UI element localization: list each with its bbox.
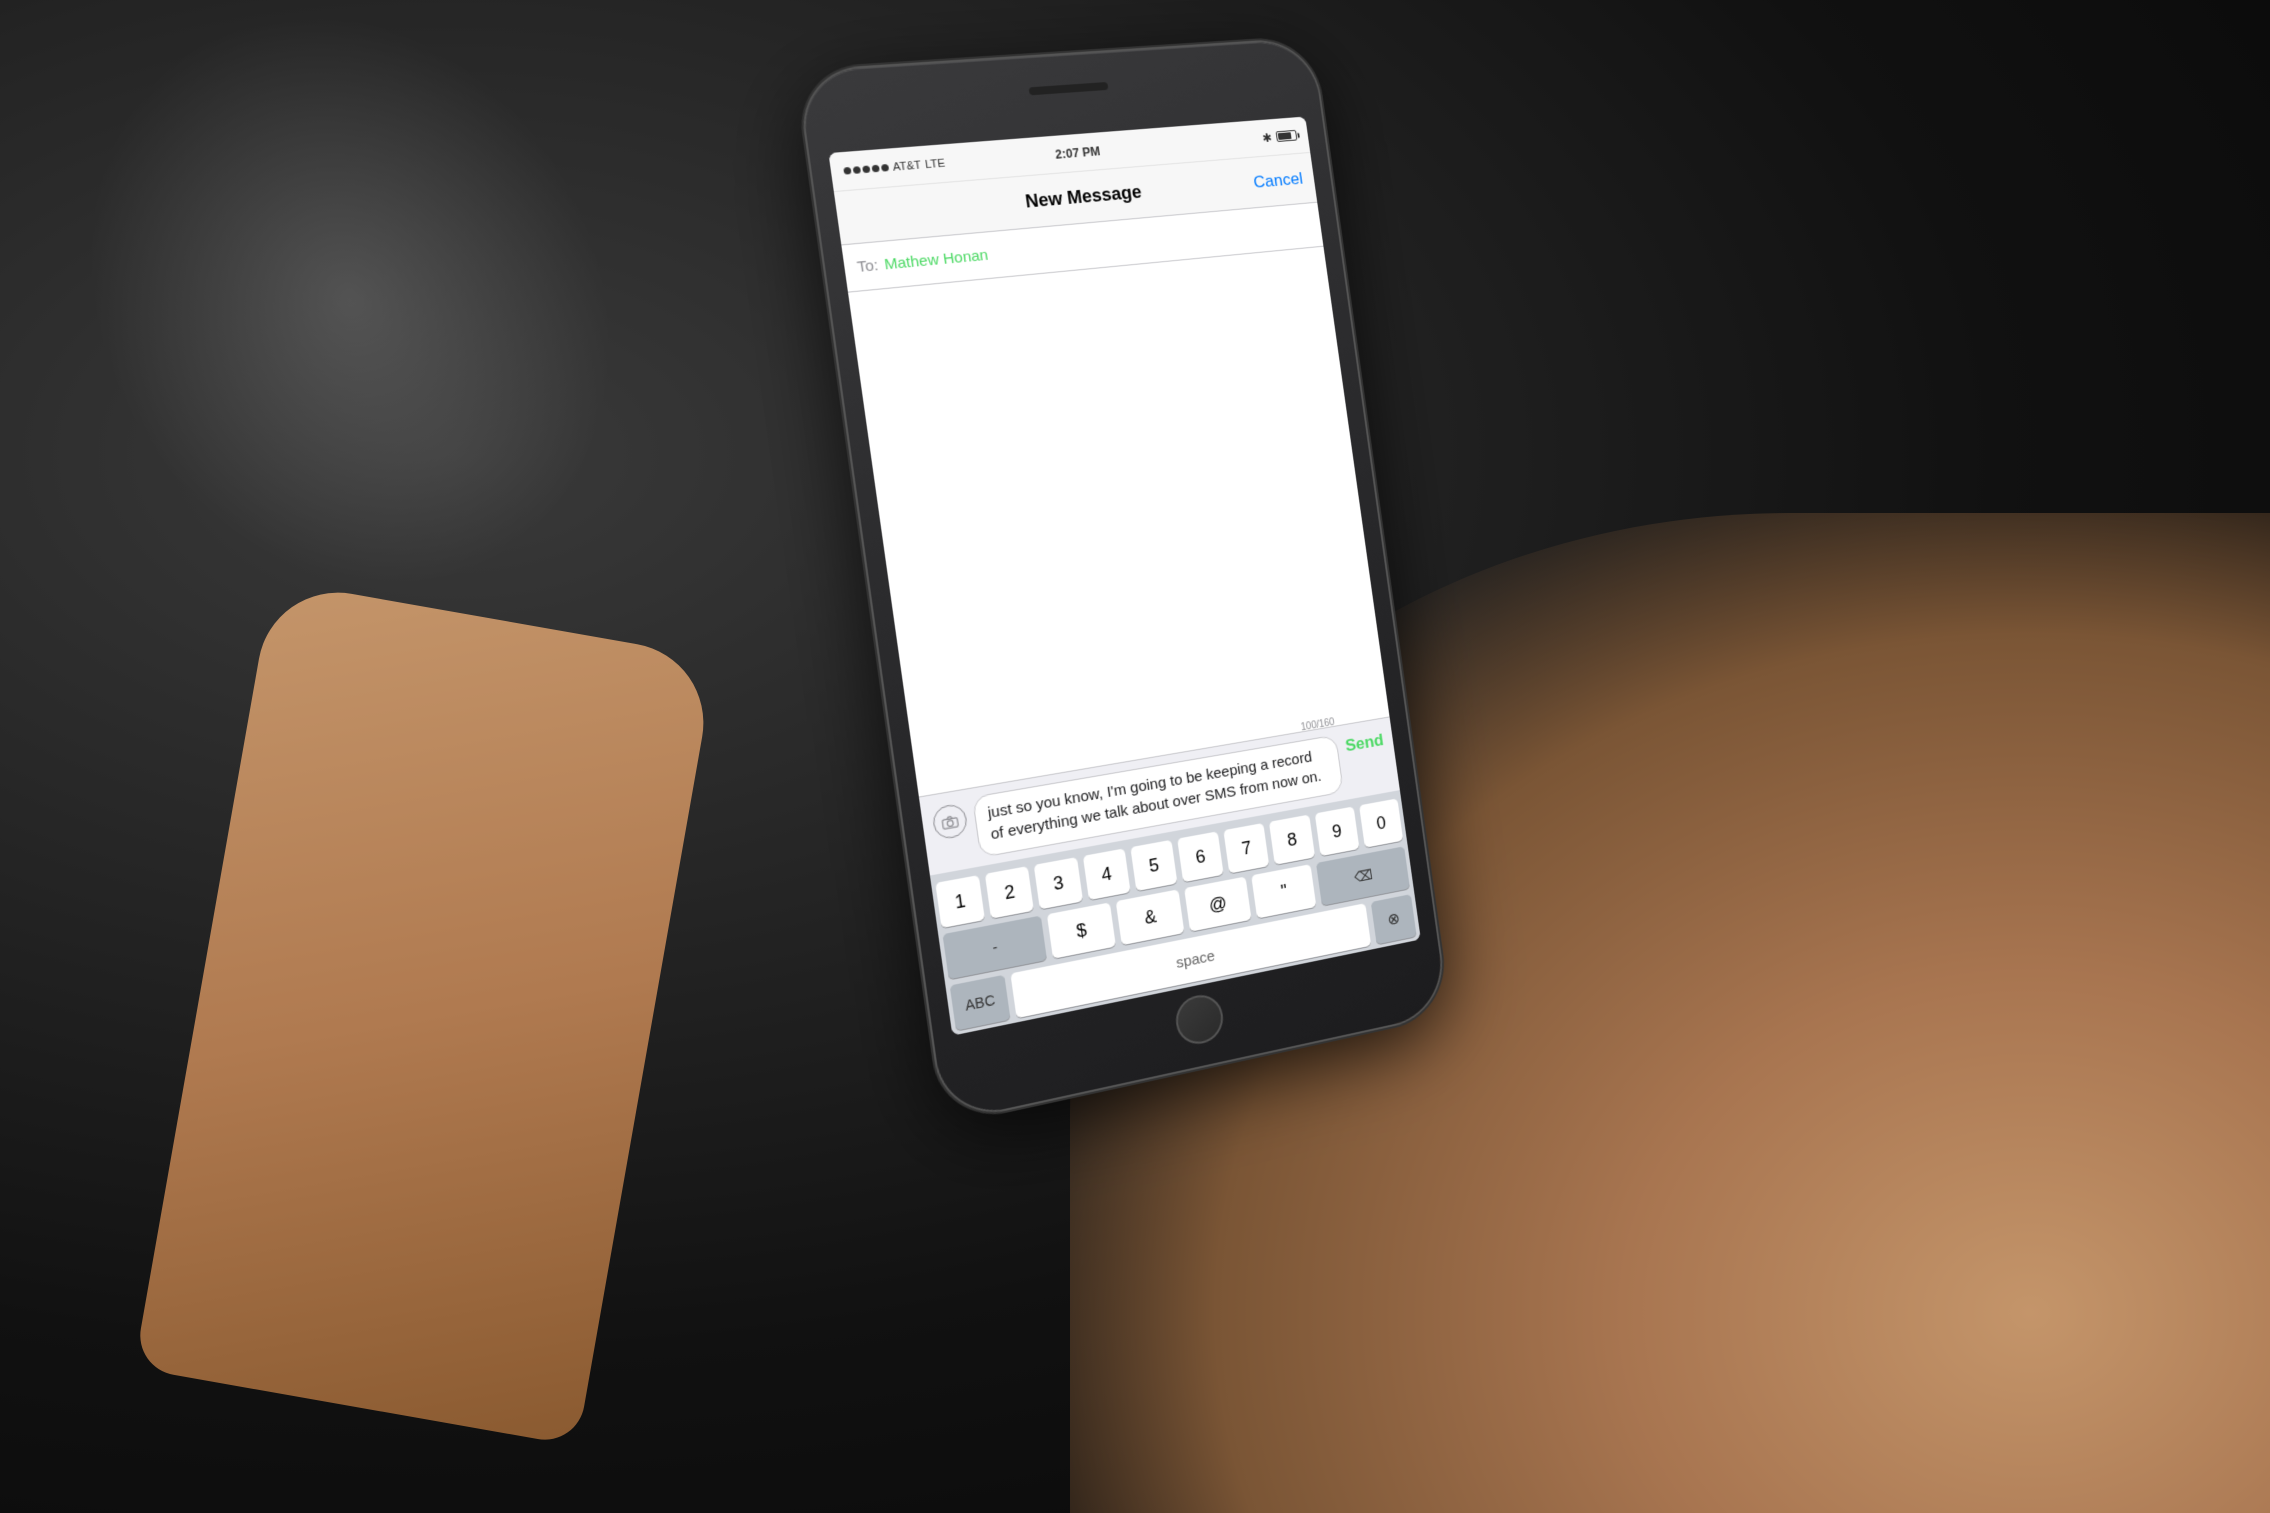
key-9[interactable]: 9 bbox=[1314, 806, 1359, 856]
status-right: ✱ bbox=[1261, 128, 1297, 144]
key-2[interactable]: 2 bbox=[985, 866, 1034, 919]
recipient-name: Mathew Honan bbox=[883, 247, 989, 274]
nav-title: New Message bbox=[1024, 182, 1143, 213]
delete-icon: ⌫ bbox=[1353, 866, 1373, 886]
home-button[interactable] bbox=[1173, 991, 1226, 1048]
send-button[interactable]: Send bbox=[1344, 727, 1385, 757]
key-6[interactable]: 6 bbox=[1177, 831, 1224, 882]
key-ampersand[interactable]: & bbox=[1116, 889, 1184, 945]
carrier-name: AT&T bbox=[892, 159, 922, 173]
network-type: LTE bbox=[924, 157, 946, 171]
phone-speaker bbox=[1029, 82, 1109, 95]
signal-dot-5 bbox=[881, 164, 889, 172]
cancel-button[interactable]: Cancel bbox=[1252, 169, 1304, 192]
dismiss-keyboard-button[interactable]: ⊗ bbox=[1371, 894, 1417, 944]
key-7[interactable]: 7 bbox=[1224, 823, 1270, 874]
camera-icon bbox=[941, 814, 959, 830]
battery-fill bbox=[1278, 132, 1292, 140]
message-body-area bbox=[848, 247, 1389, 797]
bluetooth-icon: ✱ bbox=[1261, 130, 1272, 144]
signal-dot-2 bbox=[853, 166, 861, 174]
key-quote[interactable]: " bbox=[1251, 864, 1317, 919]
to-label: To: bbox=[856, 257, 879, 276]
key-0[interactable]: 0 bbox=[1359, 798, 1403, 847]
key-4[interactable]: 4 bbox=[1082, 848, 1130, 900]
signal-dots bbox=[843, 164, 889, 175]
signal-dot-1 bbox=[843, 167, 851, 175]
camera-button[interactable] bbox=[931, 802, 969, 840]
status-left: AT&T LTE bbox=[843, 157, 946, 177]
battery-icon bbox=[1276, 130, 1298, 142]
signal-dot-4 bbox=[872, 165, 880, 173]
abc-key[interactable]: ABC bbox=[950, 975, 1011, 1031]
dismiss-icon: ⊗ bbox=[1386, 908, 1401, 930]
key-3[interactable]: 3 bbox=[1034, 857, 1083, 909]
key-dollar[interactable]: $ bbox=[1046, 902, 1116, 959]
status-time: 2:07 PM bbox=[1054, 144, 1101, 161]
key-5[interactable]: 5 bbox=[1130, 840, 1177, 891]
signal-dot-3 bbox=[862, 165, 870, 173]
phone-screen: AT&T LTE 2:07 PM ✱ New Message Cancel To… bbox=[828, 117, 1420, 1036]
key-1[interactable]: 1 bbox=[935, 875, 985, 928]
key-at[interactable]: @ bbox=[1184, 877, 1251, 932]
key-8[interactable]: 8 bbox=[1269, 815, 1315, 865]
